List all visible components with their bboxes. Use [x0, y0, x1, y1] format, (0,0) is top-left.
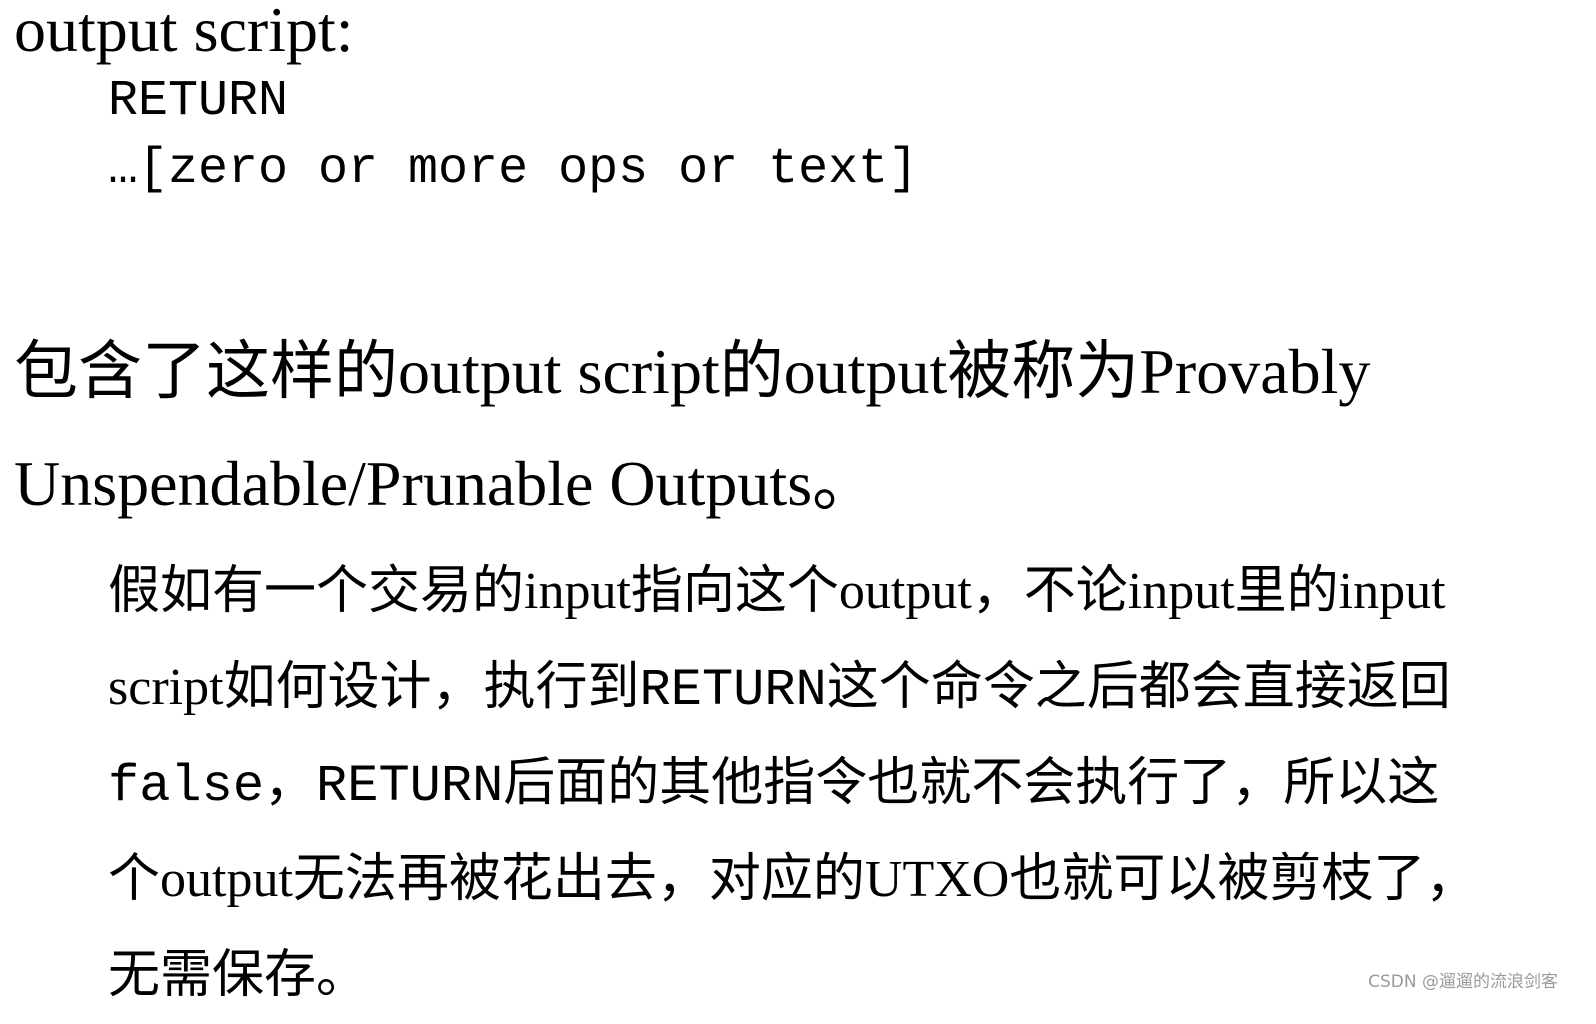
code-line-return: RETURN: [108, 73, 289, 130]
explanation-line-3: false，RETURN后面的其他指令也就不会执行了，所以这: [108, 736, 1578, 832]
explanation-line-4: 个output无法再被花出去，对应的UTXO也就可以被剪枝了，: [108, 851, 1478, 908]
explanation-line-3-text: 后面的其他指令也就不会执行了，所以这: [503, 755, 1440, 812]
explanation-line-1: 假如有一个交易的input指向这个output，不论input里的input: [108, 563, 1446, 620]
paragraph-definition-line-2: Unspendable/Prunable Outputs。: [14, 448, 877, 519]
paragraph-explanation: 假如有一个交易的input指向这个output，不论input里的input s…: [108, 544, 1578, 1024]
explanation-line-2: script如何设计，执行到RETURN这个命令之后都会直接返回: [108, 640, 1578, 736]
explanation-line-2-text-b: 这个命令之后都会直接返回: [826, 659, 1451, 716]
paragraph-definition-line-1: 包含了这样的output script的output被称为Provably: [14, 336, 1371, 407]
explanation-line-2-code: RETURN: [639, 661, 827, 720]
paragraph-definition: 包含了这样的output script的output被称为Provably Un…: [14, 316, 1574, 540]
explanation-line-3-comma: ，: [264, 755, 317, 812]
watermark: CSDN @遛遛的流浪剑客: [1368, 972, 1558, 992]
explanation-line-5: 无需保存。: [108, 947, 369, 1004]
explanation-line-3-code-return: RETURN: [316, 757, 504, 816]
heading-output-script: output script:: [14, 0, 354, 65]
explanation-line-2-text-a: script如何设计，执行到: [108, 659, 640, 716]
code-line-ops: …[zero or more ops or text]: [108, 141, 919, 198]
explanation-line-3-code-false: false: [108, 757, 265, 816]
